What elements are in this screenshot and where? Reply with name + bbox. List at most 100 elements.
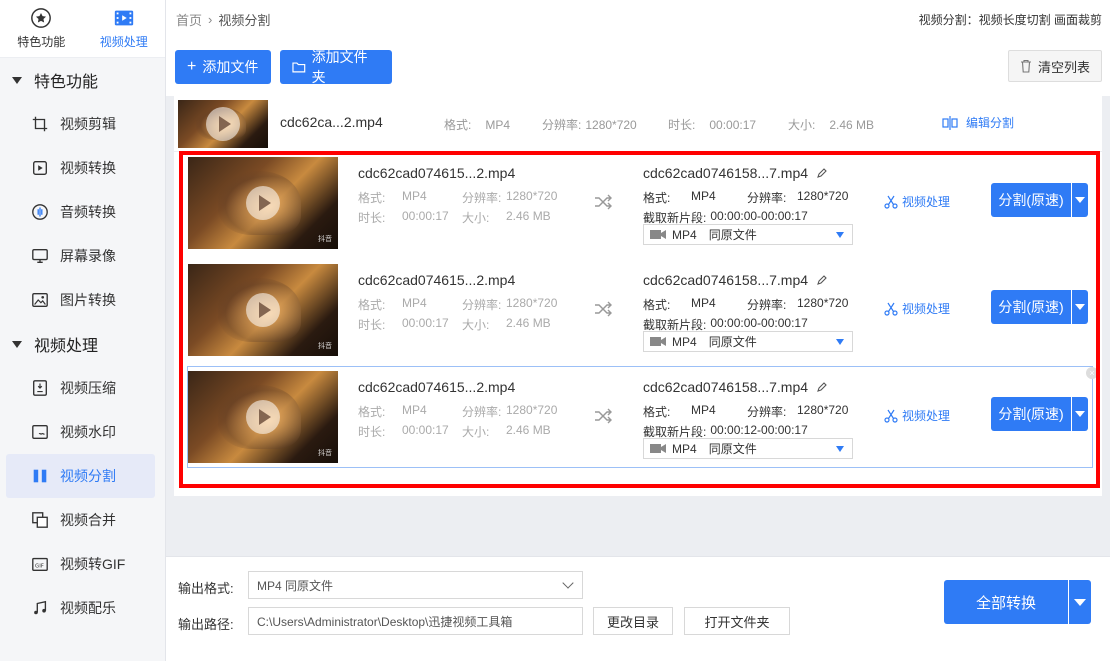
split-button[interactable]: 分割(原速) [991, 397, 1071, 431]
thumbnail-watermark: 抖音 [318, 343, 332, 350]
sidebar-item-video-watermark[interactable]: 视频水印 [6, 410, 155, 454]
convert-all-dropdown[interactable] [1069, 580, 1091, 624]
video-thumbnail: 抖音 [188, 264, 338, 356]
split-dropdown[interactable] [1072, 183, 1088, 217]
dropdown-arrow-icon [836, 232, 844, 238]
segment-output-format-select[interactable]: MP4 同原文件 [643, 224, 853, 245]
segment-source-name: cdc62cad074615...2.mp4 [358, 379, 516, 395]
duration-label: 时长: [358, 318, 386, 332]
split-button[interactable]: 分割(原速) [991, 290, 1071, 324]
segment-source-meta-2: 时长: 00:00:17 大小: 2.46 MB [358, 209, 551, 226]
breadcrumb: 首页 › 视频分割 [176, 10, 270, 29]
output-format-select[interactable]: MP4 同原文件 [248, 571, 583, 599]
breadcrumb-home[interactable]: 首页 [176, 10, 202, 29]
clear-list-button[interactable]: 清空列表 [1008, 50, 1102, 82]
play-icon [246, 293, 280, 327]
tab-featured-label: 特色功能 [17, 35, 66, 49]
trash-icon [1020, 59, 1031, 73]
shuffle-icon [595, 408, 612, 424]
pencil-icon[interactable] [816, 381, 828, 393]
output-panel: 输出格式: MP4 同原文件 输出路径: C:\Users\Administra… [166, 556, 1110, 661]
resolution-label: 分辨率: [747, 298, 787, 312]
split-button[interactable]: 分割(原速) [991, 183, 1071, 217]
sidebar-item-label: 视频配乐 [60, 600, 116, 616]
sidebar-item-video-convert[interactable]: 视频转换 [6, 146, 155, 190]
sidebar-item-video-gif[interactable]: GIF 视频转GIF [6, 542, 155, 586]
size-label: 大小: [462, 318, 490, 332]
parent-duration: 时长: 00:00:17 [668, 118, 757, 132]
plus-icon: + [187, 58, 197, 75]
sidebar-item-label: 视频合并 [60, 512, 116, 528]
dropdown-arrow-icon [836, 339, 844, 345]
play-icon [206, 106, 240, 141]
add-folder-button[interactable]: 添加文件夹 [280, 49, 392, 85]
output-path-input[interactable]: C:\Users\Administrator\Desktop\迅捷视频工具箱 [248, 607, 583, 635]
duration-value: 00:00:17 [402, 209, 449, 223]
size-value: 2.46 MB [506, 316, 551, 330]
video-process-button[interactable]: 视频处理 [884, 300, 950, 317]
sidebar-item-screen-record[interactable]: 屏幕录像 [6, 234, 155, 278]
split-dropdown[interactable] [1072, 397, 1088, 431]
video-thumbnail [178, 99, 268, 148]
format-label: 格式: [358, 405, 386, 419]
format-label: 格式: [358, 298, 386, 312]
convert-all-button[interactable]: 全部转换 [944, 580, 1068, 624]
size-value: 2.46 MB [506, 209, 551, 223]
segment-row[interactable]: 抖音 cdc62cad074615...2.mp4 格式: MP4 分辨率: 1280*7… [188, 153, 1092, 253]
segment-source-meta: 格式: MP4 分辨率: 1280*720 [358, 189, 557, 206]
video-process-button[interactable]: 视频处理 [884, 407, 950, 424]
resolution-label: 分辨率: [462, 405, 502, 419]
segment-output-format-select[interactable]: MP4 同原文件 [643, 331, 853, 352]
split-dropdown[interactable] [1072, 290, 1088, 324]
parent-file-row[interactable]: cdc62ca...2.mp4 格式: MP4 分辨率: 1280*720 时长: 0… [174, 96, 1102, 152]
video-convert-icon [30, 158, 50, 178]
edit-split-button[interactable]: 编辑分割 [942, 114, 1014, 131]
group-video-processing[interactable]: 视频处理 [0, 322, 165, 366]
tab-featured[interactable]: 特色功能 [0, 0, 83, 57]
caret-down-icon [12, 76, 22, 84]
segment-row[interactable]: 抖音 cdc62cad074615...2.mp4 格式: MP4 分辨率: 1280*7… [187, 366, 1098, 468]
star-icon [31, 8, 52, 28]
segment-output-name: cdc62cad0746158...7.mp4 [643, 272, 828, 288]
segment-row[interactable]: 抖音 cdc62cad074615...2.mp4 格式: MP4 分辨率: 1280*7… [188, 260, 1092, 360]
video-process-button[interactable]: 视频处理 [884, 193, 950, 210]
close-icon[interactable]: × [1086, 367, 1098, 379]
sidebar-item-image-convert[interactable]: 图片转换 [6, 278, 155, 322]
sidebar-item-video-compress[interactable]: 视频压缩 [6, 366, 155, 410]
sidebar-item-video-edit[interactable]: 视频剪辑 [6, 102, 155, 146]
folder-icon [292, 62, 306, 73]
format-value: MP4 [691, 189, 716, 203]
group-featured[interactable]: 特色功能 [0, 58, 165, 102]
thumbnail-watermark: 抖音 [318, 450, 332, 457]
open-folder-button[interactable]: 打开文件夹 [684, 607, 790, 635]
scissors-icon [884, 302, 898, 316]
segment-source-meta-2: 时长: 00:00:17 大小: 2.46 MB [358, 423, 551, 440]
pencil-icon[interactable] [816, 167, 828, 179]
format-value: MP4 [402, 189, 427, 203]
sidebar-item-video-music[interactable]: 视频配乐 [6, 586, 155, 630]
output-path-label: 输出路径: [178, 617, 234, 632]
main-area: 首页 › 视频分割 视频分割：视频长度切割 画面裁剪 + 添加文件 添加文件夹 … [166, 0, 1110, 661]
segment-output-format-select[interactable]: MP4 同原文件 [643, 438, 853, 459]
breadcrumb-current: 视频分割 [218, 12, 271, 28]
size-value: 2.46 MB [506, 423, 551, 437]
sidebar-item-label: 音频转换 [60, 204, 116, 220]
sidebar-item-video-merge[interactable]: 视频合并 [6, 498, 155, 542]
edit-split-label: 编辑分割 [966, 116, 1015, 130]
video-thumbnail: 抖音 [188, 371, 338, 463]
group-video-processing-label: 视频处理 [34, 338, 99, 355]
sidebar-item-video-split[interactable]: 视频分割 [6, 454, 155, 498]
resolution-label: 分辨率: [462, 191, 502, 205]
pencil-icon[interactable] [816, 274, 828, 286]
resolution-value: 1280*720 [797, 403, 849, 417]
add-file-button[interactable]: + 添加文件 [175, 50, 271, 84]
change-directory-button[interactable]: 更改目录 [593, 607, 673, 635]
sidebar-item-label: 图片转换 [60, 292, 116, 308]
sidebar-item-audio-convert[interactable]: 音频转换 [6, 190, 155, 234]
image-icon [30, 290, 50, 310]
chevron-down-icon [562, 577, 574, 589]
tab-video-processing[interactable]: 视频处理 [83, 0, 166, 57]
merge-icon [30, 510, 50, 530]
segment-source-name: cdc62cad074615...2.mp4 [358, 272, 516, 288]
monitor-icon [30, 246, 50, 266]
